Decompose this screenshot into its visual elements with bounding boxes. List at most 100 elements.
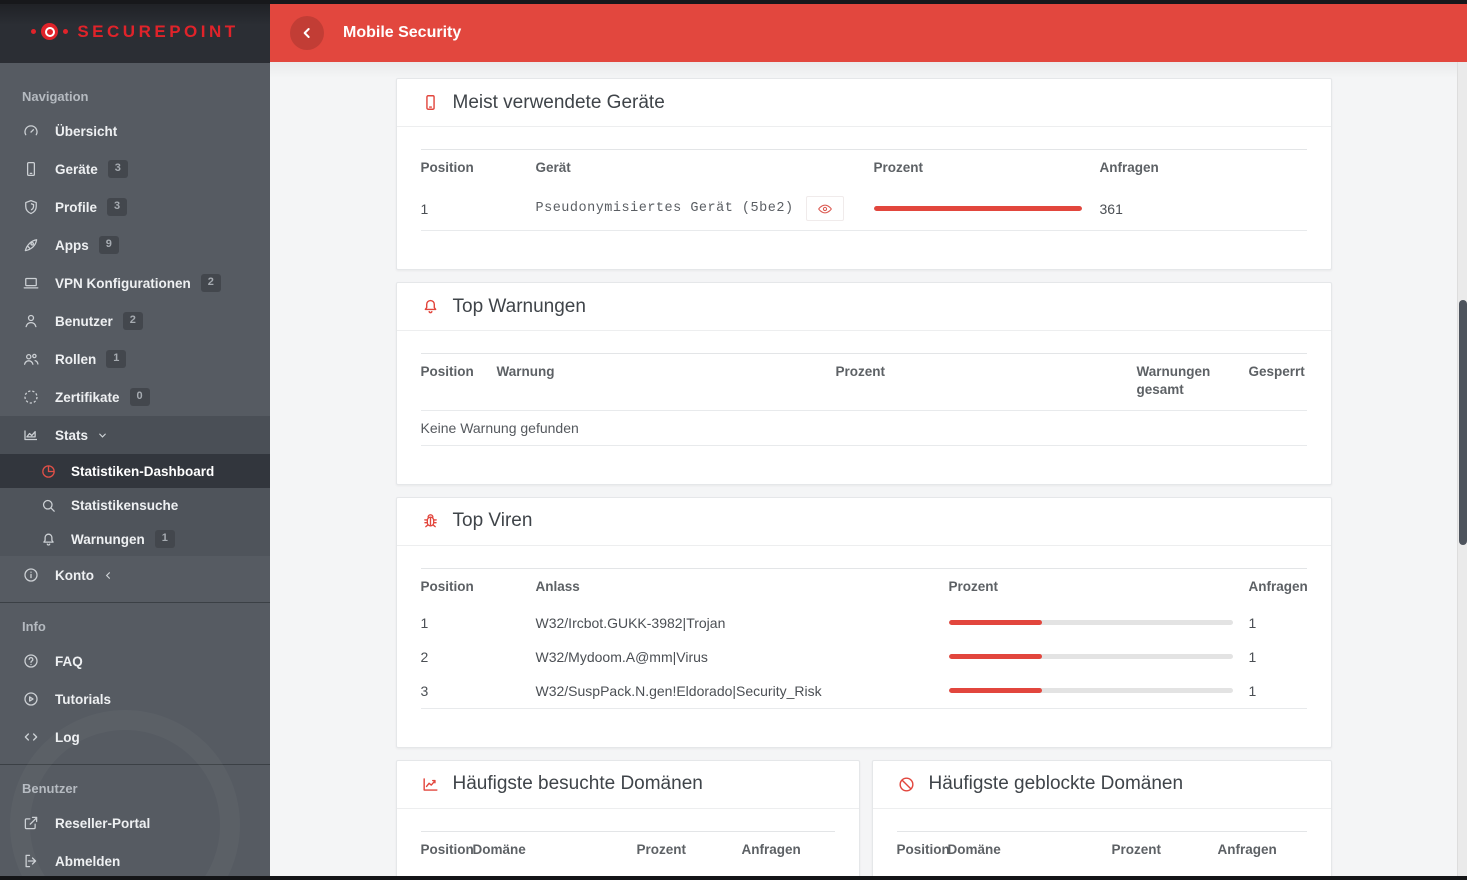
logo-dot-icon — [31, 29, 37, 34]
progress-bar — [873, 206, 1082, 212]
question-icon — [22, 652, 40, 670]
logo: SECUREPOINT — [0, 0, 270, 63]
sidebar-item-statistiken-dashboard[interactable]: Statistiken-Dashboard — [0, 454, 270, 488]
eye-icon — [817, 201, 833, 217]
card-blocked-domains: Häufigste geblockte Domänen Position Dom… — [871, 759, 1332, 880]
sidebar-item-statistikensuche[interactable]: Statistikensuche — [0, 488, 270, 522]
sidebar-item-label: Übersicht — [55, 123, 118, 139]
card-warnings: Top Warnungen Position Warnung Prozent W… — [395, 282, 1332, 485]
warnings-table: Position Warnung Prozent Warnungen gesam… — [420, 353, 1307, 446]
column-header-requests: Anfragen — [1217, 841, 1277, 857]
show-device-button[interactable] — [805, 196, 844, 222]
laptop-icon — [22, 274, 40, 292]
sidebar-item-label: Zertifikate — [55, 389, 120, 405]
card-title: Top Viren — [452, 510, 533, 532]
sidebar-item-geraete[interactable]: Geräte 3 — [0, 150, 270, 188]
rocket-icon — [22, 236, 40, 254]
chevron-left-icon — [103, 570, 114, 581]
stats-icon — [22, 426, 40, 444]
progress-track — [948, 620, 1233, 626]
card-visited-domains: Häufigste besuchte Domänen Position Domä… — [395, 759, 860, 880]
column-header-warning: Warnung — [496, 364, 555, 380]
position-cell: 2 — [420, 648, 429, 665]
blocked-domains-table: Position Domäne Prozent Anfragen 1 meetr… — [896, 830, 1307, 880]
column-header-domain: Domäne — [472, 841, 526, 857]
sidebar-item-rollen[interactable]: Rollen 1 — [0, 340, 270, 378]
badge: 1 — [154, 530, 175, 548]
badge: 1 — [106, 350, 127, 368]
scrollbar-thumb[interactable] — [1459, 300, 1467, 545]
virus-name: W32/SuspPack.N.gen!Eldorado|Security_Ris… — [535, 673, 949, 709]
column-header-percent: Prozent — [636, 841, 687, 857]
sidebar-item-label: Tutorials — [55, 691, 112, 707]
bug-icon — [421, 512, 440, 531]
column-header-position: Position — [420, 364, 474, 380]
line-chart-icon — [421, 775, 440, 794]
logo-dot-icon — [63, 29, 69, 34]
badge: 2 — [200, 274, 221, 292]
progress-bar — [948, 620, 1043, 626]
card-title: Meist verwendete Geräte — [452, 91, 665, 113]
users-icon — [22, 350, 40, 368]
sidebar-item-label: Stats — [55, 427, 89, 443]
column-header-percent: Prozent — [1111, 841, 1162, 857]
column-header-cause: Anlass — [535, 578, 580, 594]
card-header: Meist verwendete Geräte — [396, 79, 1331, 127]
sidebar-item-zertifikate[interactable]: Zertifikate 0 — [0, 378, 270, 416]
card-header: Top Viren — [396, 498, 1331, 546]
sidebar-item-apps[interactable]: Apps 9 — [0, 226, 270, 264]
table-row: 1 Pseudonymisiertes Gerät (5be2) 361 — [420, 187, 1307, 232]
nav-section-header: Info — [22, 619, 46, 634]
content: Meist verwendete Geräte Position Gerät P… — [270, 62, 1457, 880]
code-icon — [22, 728, 40, 746]
sidebar-item-vpn-konfigurationen[interactable]: VPN Konfigurationen 2 — [0, 264, 270, 302]
column-header-device: Gerät — [535, 160, 571, 175]
chevron-left-icon — [299, 25, 315, 41]
sidebar: SECUREPOINT Navigation Übersicht Geräte … — [0, 0, 270, 880]
empty-message: Keine Warnung gefunden — [420, 409, 1307, 446]
scrollbar-track[interactable] — [1457, 62, 1467, 880]
blocked-icon — [897, 775, 916, 794]
sidebar-item-label: Geräte — [55, 161, 98, 177]
page-title: Mobile Security — [343, 24, 462, 41]
sidebar-item-label: Apps — [55, 237, 89, 253]
window-top-edge — [0, 0, 1467, 4]
column-header-blocked: Gesperrt — [1248, 364, 1305, 380]
topbar: Mobile Security — [270, 0, 1467, 62]
sidebar-item-label: Warnungen — [71, 531, 145, 547]
sidebar-item-faq[interactable]: FAQ — [0, 642, 270, 680]
column-header-position: Position — [420, 160, 474, 175]
badge: 3 — [107, 198, 128, 216]
certificate-icon — [22, 388, 40, 406]
main-area: Mobile Security Meist verwendete Geräte … — [270, 0, 1467, 880]
column-header-requests: Anfragen — [1099, 160, 1159, 175]
sidebar-item-label: Statistiken-Dashboard — [71, 463, 215, 479]
sidebar-item-benutzer[interactable]: Benutzer 2 — [0, 302, 270, 340]
back-button[interactable] — [290, 16, 324, 50]
badge: 3 — [107, 160, 128, 178]
progress-bar — [948, 654, 1043, 660]
badge: 0 — [129, 388, 150, 406]
viruses-table: Position Anlass Prozent Anfragen 1 W32/I… — [420, 567, 1308, 709]
sidebar-item-stats[interactable]: Stats — [0, 416, 270, 454]
column-header-percent: Prozent — [835, 364, 886, 380]
sidebar-item-konto[interactable]: Konto — [0, 556, 270, 594]
column-header-position: Position — [420, 578, 474, 594]
empty-row: Keine Warnung gefunden — [420, 409, 1307, 446]
chevron-down-icon — [97, 430, 108, 441]
sidebar-item-label: Konto — [55, 567, 94, 583]
requests-cell: 1 — [1248, 614, 1257, 631]
devices-table: Position Gerät Prozent Anfragen 1 Pseudo… — [420, 149, 1307, 232]
sidebar-item-label: Rollen — [55, 351, 97, 367]
stats-group: Stats Statistiken-Dashboard Statistikens… — [0, 416, 270, 556]
card-title: Top Warnungen — [452, 295, 586, 317]
sidebar-item-profile[interactable]: Profile 3 — [0, 188, 270, 226]
sidebar-item-warnungen[interactable]: Warnungen 1 — [0, 522, 270, 556]
card-viruses: Top Viren Position Anlass Prozent Anfrag… — [395, 496, 1332, 748]
sidebar-item-uebersicht[interactable]: Übersicht — [0, 112, 270, 150]
column-header-domain: Domäne — [947, 841, 1001, 857]
card-header: Häufigste besuchte Domänen — [396, 761, 859, 809]
position-cell: 3 — [420, 673, 536, 709]
progress-track — [948, 654, 1233, 660]
logo-o-icon — [41, 23, 59, 40]
